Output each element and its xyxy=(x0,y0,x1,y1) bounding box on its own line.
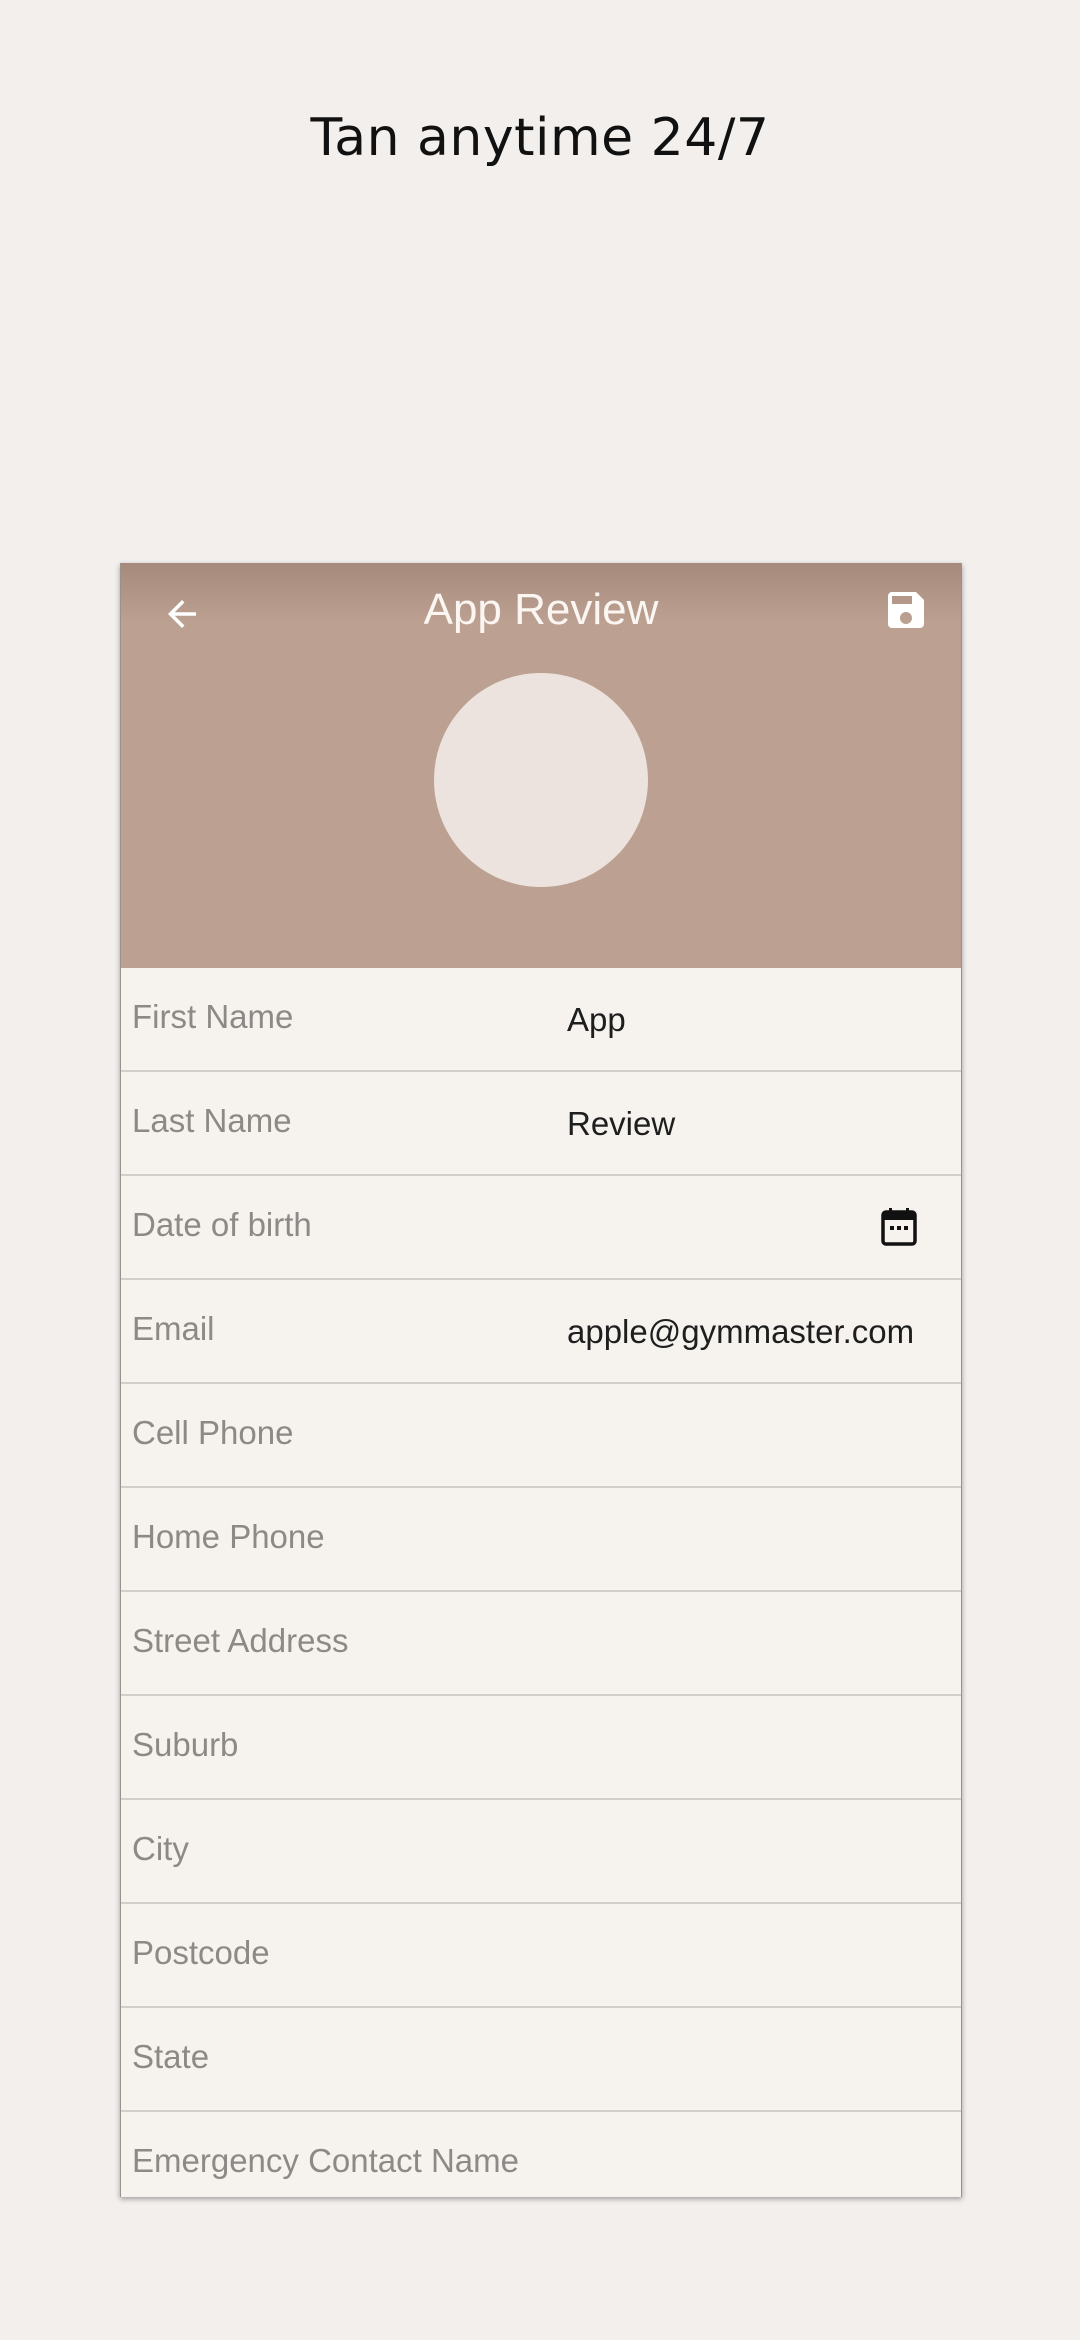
last-name-input[interactable]: Review xyxy=(567,1105,927,1143)
promo-heading: Tan anytime 24/7 xyxy=(310,108,770,168)
phone-screen: App Review First Name App Last Name Revi… xyxy=(120,563,962,2197)
email-row[interactable]: Email apple@gymmaster.com xyxy=(121,1280,961,1384)
suburb-row[interactable]: Suburb xyxy=(121,1696,961,1800)
emergency-contact-name-row[interactable]: Emergency Contact Name xyxy=(121,2112,961,2197)
date-of-birth-label: Date of birth xyxy=(132,1206,312,1243)
app-bar-title: App Review xyxy=(423,585,659,634)
city-row[interactable]: City xyxy=(121,1800,961,1904)
date-of-birth-row[interactable]: Date of birth xyxy=(121,1176,961,1280)
first-name-label: First Name xyxy=(132,998,294,1035)
last-name-row[interactable]: Last Name Review xyxy=(121,1072,961,1176)
home-phone-row[interactable]: Home Phone xyxy=(121,1488,961,1592)
date-picker-button[interactable] xyxy=(879,1206,919,1248)
calendar-icon xyxy=(881,1208,917,1246)
postcode-row[interactable]: Postcode xyxy=(121,1904,961,2008)
cell-phone-row[interactable]: Cell Phone xyxy=(121,1384,961,1488)
profile-header: App Review xyxy=(121,563,961,968)
city-label: City xyxy=(132,1830,189,1867)
email-input[interactable]: apple@gymmaster.com xyxy=(567,1313,927,1351)
suburb-label: Suburb xyxy=(132,1726,239,1763)
home-phone-label: Home Phone xyxy=(132,1518,325,1555)
street-address-row[interactable]: Street Address xyxy=(121,1592,961,1696)
save-button[interactable] xyxy=(873,577,939,643)
first-name-row[interactable]: First Name App xyxy=(121,968,961,1072)
floppy-disk-icon xyxy=(888,592,924,628)
first-name-input[interactable]: App xyxy=(567,1001,927,1039)
postcode-label: Postcode xyxy=(132,1934,270,1971)
state-row[interactable]: State xyxy=(121,2008,961,2112)
profile-form: First Name App Last Name Review Date of … xyxy=(121,968,961,2197)
last-name-label: Last Name xyxy=(132,1102,292,1139)
email-label: Email xyxy=(132,1310,215,1347)
cell-phone-label: Cell Phone xyxy=(132,1414,294,1451)
state-label: State xyxy=(132,2038,210,2075)
street-address-label: Street Address xyxy=(132,1622,349,1659)
profile-avatar[interactable] xyxy=(434,673,648,887)
emergency-contact-name-label: Emergency Contact Name xyxy=(132,2142,519,2179)
